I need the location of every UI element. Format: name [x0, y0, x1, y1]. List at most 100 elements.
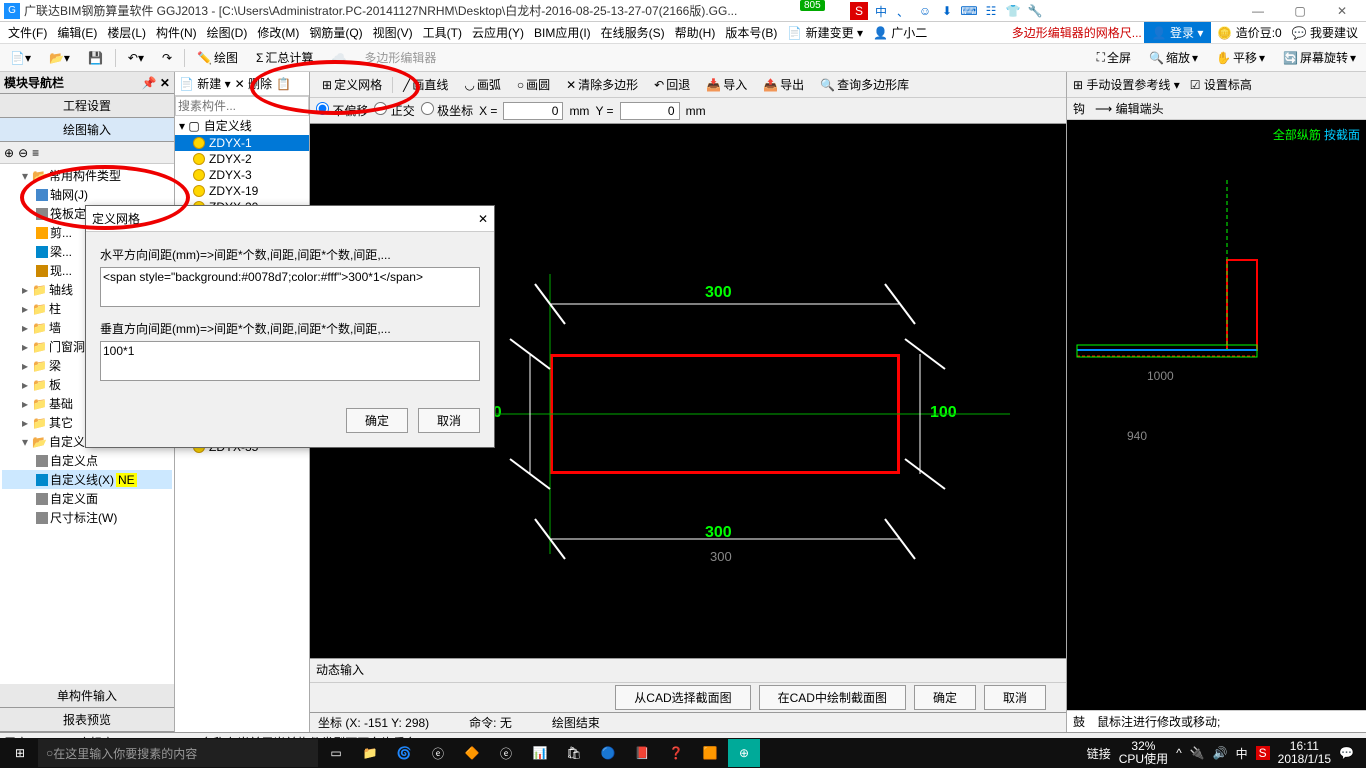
zoom-button[interactable]: 🔍 缩放 ▾ — [1143, 47, 1204, 68]
maximize-button[interactable]: ▢ — [1280, 1, 1320, 21]
ime-tool[interactable]: 🔧 — [1026, 2, 1044, 20]
tree-dimension[interactable]: 尺寸标注(W) — [2, 508, 172, 527]
menu-edit[interactable]: 编辑(E) — [53, 22, 101, 43]
redo-icon[interactable]: ↷ — [156, 49, 178, 67]
radio-ortho[interactable]: 正交 — [374, 102, 414, 119]
ime-emoji[interactable]: ☺ — [916, 2, 934, 20]
app-icon-6[interactable]: 🔵 — [592, 739, 624, 767]
app-icon-2[interactable]: 🌀 — [388, 739, 420, 767]
tab-report[interactable]: 报表预览 — [0, 708, 174, 732]
menu-cloud[interactable]: 云应用(Y) — [468, 22, 528, 43]
menu-help[interactable]: 帮助(H) — [671, 22, 720, 43]
import-button[interactable]: 📥 导入 — [700, 74, 753, 95]
open-icon[interactable]: 📂▾ — [43, 49, 76, 67]
arc-button[interactable]: ◡ 画弧 — [458, 74, 507, 95]
ime-s-icon[interactable]: S — [850, 2, 868, 20]
tray-s-icon[interactable]: S — [1256, 746, 1270, 760]
menu-version[interactable]: 版本号(B) — [721, 22, 781, 43]
y-input[interactable] — [620, 102, 680, 120]
cloud-icon[interactable]: ☁️ — [325, 49, 352, 67]
app-icon-7[interactable]: 📕 — [626, 739, 658, 767]
h-spacing-input[interactable]: <span style="background:#0078d7;color:#f… — [100, 267, 480, 307]
nav-tool-3[interactable]: ≡ — [32, 146, 39, 160]
ime-mic[interactable]: ⬇ — [938, 2, 956, 20]
radio-polar[interactable]: 极坐标 — [421, 102, 473, 119]
ref-line-button[interactable]: ⊞ 手动设置参考线 ▾ — [1073, 76, 1180, 93]
draw-button[interactable]: ✏️ 绘图 — [191, 47, 244, 68]
comp-root[interactable]: ▾ ▢ 自定义线 — [175, 116, 309, 135]
dialog-title-bar[interactable]: 定义网格 ✕ — [86, 206, 494, 232]
rotate-button[interactable]: 🔄 屏幕旋转 ▾ — [1277, 47, 1362, 68]
nav-tool-1[interactable]: ⊕ — [4, 146, 14, 160]
comp-item-3[interactable]: ZDYX-3 — [175, 167, 309, 183]
tray-ime-icon[interactable]: 中 — [1236, 745, 1248, 762]
tray-cpu[interactable]: 32%CPU使用 — [1119, 740, 1168, 766]
tray-notif-icon[interactable]: 💬 — [1339, 746, 1354, 760]
dynamic-input[interactable]: 动态输入 — [310, 658, 1066, 682]
tree-root[interactable]: ▾📂 常用构件类型 — [2, 166, 172, 185]
right-canvas[interactable]: 全部纵筋 按截面 1000 940 — [1067, 120, 1366, 710]
query-button[interactable]: 🔍 查询多边形库 — [814, 74, 915, 95]
comp-del-button[interactable]: ✕ 删除 — [235, 75, 272, 92]
tab-single-input[interactable]: 单构件输入 — [0, 684, 174, 708]
comp-item-19[interactable]: ZDYX-19 — [175, 183, 309, 199]
elevation-button[interactable]: ☑ 设置标高 — [1190, 76, 1252, 93]
comp-item-2[interactable]: ZDYX-2 — [175, 151, 309, 167]
ime-opt[interactable]: ☷ — [982, 2, 1000, 20]
menu-bim[interactable]: BIM应用(I) — [530, 22, 595, 43]
export-button[interactable]: 📤 导出 — [757, 74, 810, 95]
app-icon-4[interactable]: 📊 — [524, 739, 556, 767]
close-button[interactable]: ✕ — [1322, 1, 1362, 21]
menu-tool[interactable]: 工具(T) — [419, 22, 466, 43]
tree-custom-line[interactable]: 自定义线(X) NE — [2, 470, 172, 489]
tray-up-icon[interactable]: ^ — [1176, 746, 1182, 760]
comp-new-button[interactable]: 📄 新建 ▾ — [179, 75, 231, 92]
tab-draw-input[interactable]: 绘图输入 — [0, 118, 174, 142]
tray-power-icon[interactable]: 🔌 — [1190, 746, 1205, 760]
task-view-icon[interactable]: ▭ — [320, 739, 352, 767]
cad-draw-button[interactable]: 在CAD中绘制截面图 — [759, 685, 906, 710]
save-icon[interactable]: 💾 — [82, 49, 109, 67]
app-icon-3[interactable]: 🔶 — [456, 739, 488, 767]
menu-online[interactable]: 在线服务(S) — [597, 22, 669, 43]
end-edit-button[interactable]: ⟶ 编辑端头 — [1095, 100, 1164, 117]
ime-lang[interactable]: 中 — [872, 2, 890, 20]
menu-view[interactable]: 视图(V) — [369, 22, 417, 43]
v-spacing-input[interactable] — [100, 341, 480, 381]
cad-select-button[interactable]: 从CAD选择截面图 — [615, 685, 750, 710]
undo-button[interactable]: ↶ 回退 — [648, 74, 696, 95]
minimize-button[interactable]: — — [1238, 1, 1278, 21]
define-grid-button[interactable]: ⊞ 定义网格 — [316, 74, 388, 95]
start-button[interactable]: ⊞ — [4, 739, 36, 767]
ime-kbd[interactable]: ⌨ — [960, 2, 978, 20]
tree-custom-point[interactable]: 自定义点 — [2, 451, 172, 470]
ime-shirt[interactable]: 👕 — [1004, 2, 1022, 20]
dialog-cancel-button[interactable]: 取消 — [418, 408, 480, 433]
fullscreen-button[interactable]: ⛶ 全屏 — [1091, 47, 1137, 68]
comp-copy-icon[interactable]: 📋 — [276, 77, 291, 91]
menu-rebar[interactable]: 钢筋量(Q) — [305, 22, 366, 43]
app-icon-active[interactable]: ⊕ — [728, 739, 760, 767]
dialog-ok-button[interactable]: 确定 — [346, 408, 408, 433]
app-icon-1[interactable]: 📁 — [354, 739, 386, 767]
calc-button[interactable]: Σ 汇总计算 — [250, 47, 319, 68]
menu-component[interactable]: 构件(N) — [152, 22, 201, 43]
comp-search-input[interactable] — [175, 96, 309, 116]
nav-tool-2[interactable]: ⊖ — [18, 146, 28, 160]
clear-button[interactable]: ✕ 清除多边形 — [560, 74, 644, 95]
pan-button[interactable]: ✋ 平移 ▾ — [1210, 47, 1271, 68]
tray-clock[interactable]: 16:112018/1/15 — [1278, 740, 1331, 766]
line-button[interactable]: ╱ 画直线 — [397, 74, 454, 95]
dialog-close-icon[interactable]: ✕ — [478, 212, 488, 226]
tray-link[interactable]: 链接 — [1087, 745, 1111, 762]
login-button[interactable]: 👤 登录 ▾ — [1144, 22, 1212, 43]
tree-axis[interactable]: 轴网(J) — [2, 185, 172, 204]
menu-file[interactable]: 文件(F) — [4, 22, 51, 43]
comp-item-1[interactable]: ZDYX-1 — [175, 135, 309, 151]
suggest-button[interactable]: 💬 我要建议 — [1288, 22, 1362, 43]
cancel-button[interactable]: 取消 — [984, 685, 1046, 710]
hook-button[interactable]: 钩 — [1073, 100, 1085, 117]
gxe-button[interactable]: 👤 广小二 — [869, 22, 931, 43]
new-change-button[interactable]: 📄 新建变更 ▾ — [783, 22, 867, 43]
x-input[interactable] — [503, 102, 563, 120]
